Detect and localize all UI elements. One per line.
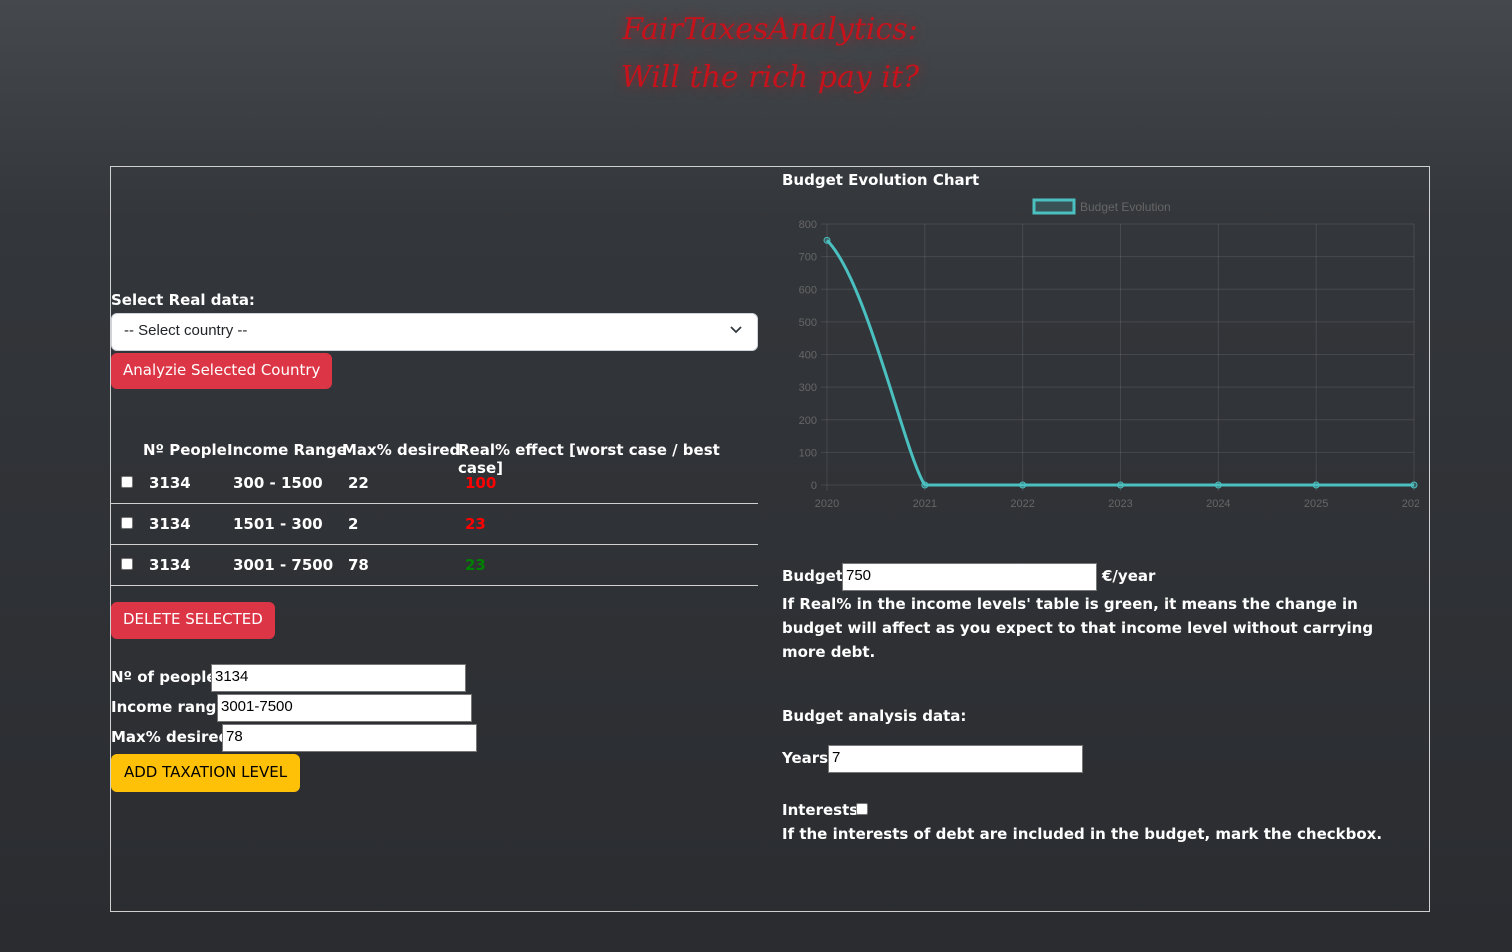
x-tick-label: 2023 (1108, 498, 1132, 510)
data-point (921, 481, 929, 489)
col-header-income-range: Income Range (227, 441, 347, 459)
page-header: FairTaxesAnalytics: Will the rich pay it… (0, 0, 1512, 150)
budget-evolution-chart: 0 100 200 300 400 500 600 700 800 2020 2021 2022 202… (779, 195, 1426, 515)
y-tick-label: 700 (799, 252, 817, 264)
y-tick-label: 800 (799, 219, 817, 231)
max-desired-input[interactable]: 78 (222, 724, 477, 752)
col-header-people: Nº People (143, 441, 227, 459)
people-input[interactable]: 3134 (211, 664, 466, 692)
years-label: Years (782, 749, 829, 767)
years-input[interactable]: 7 (828, 745, 1083, 773)
interests-checkbox[interactable] (856, 803, 868, 815)
income-range-label: Income range (111, 698, 227, 716)
data-point (1312, 481, 1320, 489)
country-select[interactable]: -- Select country -- (111, 313, 758, 351)
table-row: 3134 1501 - 300 2 23 (111, 504, 758, 545)
budget-input[interactable]: 750 (842, 563, 1097, 591)
cell-max-desired: 2 (348, 515, 359, 533)
data-point (823, 236, 831, 244)
y-tick-label: 0 (811, 480, 817, 492)
legend-label: Budget Evolution (1080, 200, 1171, 214)
x-tick-label: 2024 (1206, 498, 1230, 510)
budget-note: If Real% in the income levels' table is … (782, 595, 1374, 661)
cell-max-desired: 78 (348, 556, 369, 574)
y-tick-label: 300 (799, 382, 817, 394)
cell-real-effect: 100 (465, 474, 497, 492)
budget-label: Budget (782, 567, 843, 585)
x-tick-label: 2021 (913, 498, 937, 510)
chart-title: Budget Evolution Chart (782, 171, 980, 189)
country-select-value: -- Select country -- (124, 322, 248, 339)
data-point (1410, 481, 1418, 489)
interests-label: Interests (782, 801, 859, 819)
table-row: 3134 3001 - 7500 78 23 (111, 545, 758, 586)
interests-note: If the interests of debt are included in… (782, 825, 1383, 843)
row-select-checkbox[interactable] (121, 517, 133, 529)
cell-people: 3134 (149, 556, 191, 574)
budget-unit: €/year (1102, 567, 1156, 585)
x-tick-label: 2025 (1304, 498, 1328, 510)
app-title: FairTaxesAnalytics: (622, 12, 918, 47)
y-tick-label: 600 (799, 284, 817, 296)
col-header-max-desired: Max% desired (342, 441, 461, 459)
row-select-checkbox[interactable] (121, 476, 133, 488)
legend-swatch (1032, 198, 1076, 215)
analyze-country-button[interactable]: Analyzie Selected Country (111, 353, 333, 389)
data-point (1214, 481, 1222, 489)
y-tick-label: 400 (799, 350, 817, 362)
x-tick-label: 2022 (1010, 498, 1034, 510)
budget-analysis-label: Budget analysis data: (782, 707, 967, 725)
app-subtitle: Will the rich pay it? (620, 60, 920, 95)
select-real-data-label: Select Real data: (111, 291, 255, 309)
cell-people: 3134 (149, 474, 191, 492)
add-taxation-level-button[interactable]: ADD TAXATION LEVEL (111, 754, 301, 792)
cell-real-effect: 23 (465, 556, 486, 574)
x-tick-label: 2020 (815, 498, 839, 510)
cell-income-range: 3001 - 7500 (233, 556, 334, 574)
delete-selected-button[interactable]: DELETE SELECTED (111, 602, 275, 639)
y-tick-label: 500 (799, 317, 817, 329)
cell-people: 3134 (149, 515, 191, 533)
max-desired-label: Max% desired (111, 728, 230, 746)
cell-income-range: 1501 - 300 (233, 515, 323, 533)
people-label: Nº of people (111, 668, 217, 686)
x-tick-label: 2026 (1402, 498, 1419, 510)
y-tick-label: 100 (799, 447, 817, 459)
chevron-down-icon (730, 326, 742, 334)
table-row: 3134 300 - 1500 22 100 (111, 463, 758, 504)
cell-real-effect: 23 (465, 515, 486, 533)
data-point (1117, 481, 1124, 489)
data-point (1019, 481, 1027, 489)
main-panel: Select Real data: -- Select country -- A… (110, 166, 1430, 912)
income-range-input[interactable]: 3001-7500 (217, 694, 472, 722)
row-select-checkbox[interactable] (121, 558, 133, 570)
y-tick-label: 200 (799, 415, 817, 427)
budget-chart-svg: 0 100 200 300 400 500 600 700 800 2020 2021 2022 202… (799, 198, 1426, 510)
cell-income-range: 300 - 1500 (233, 474, 323, 492)
cell-max-desired: 22 (348, 474, 369, 492)
